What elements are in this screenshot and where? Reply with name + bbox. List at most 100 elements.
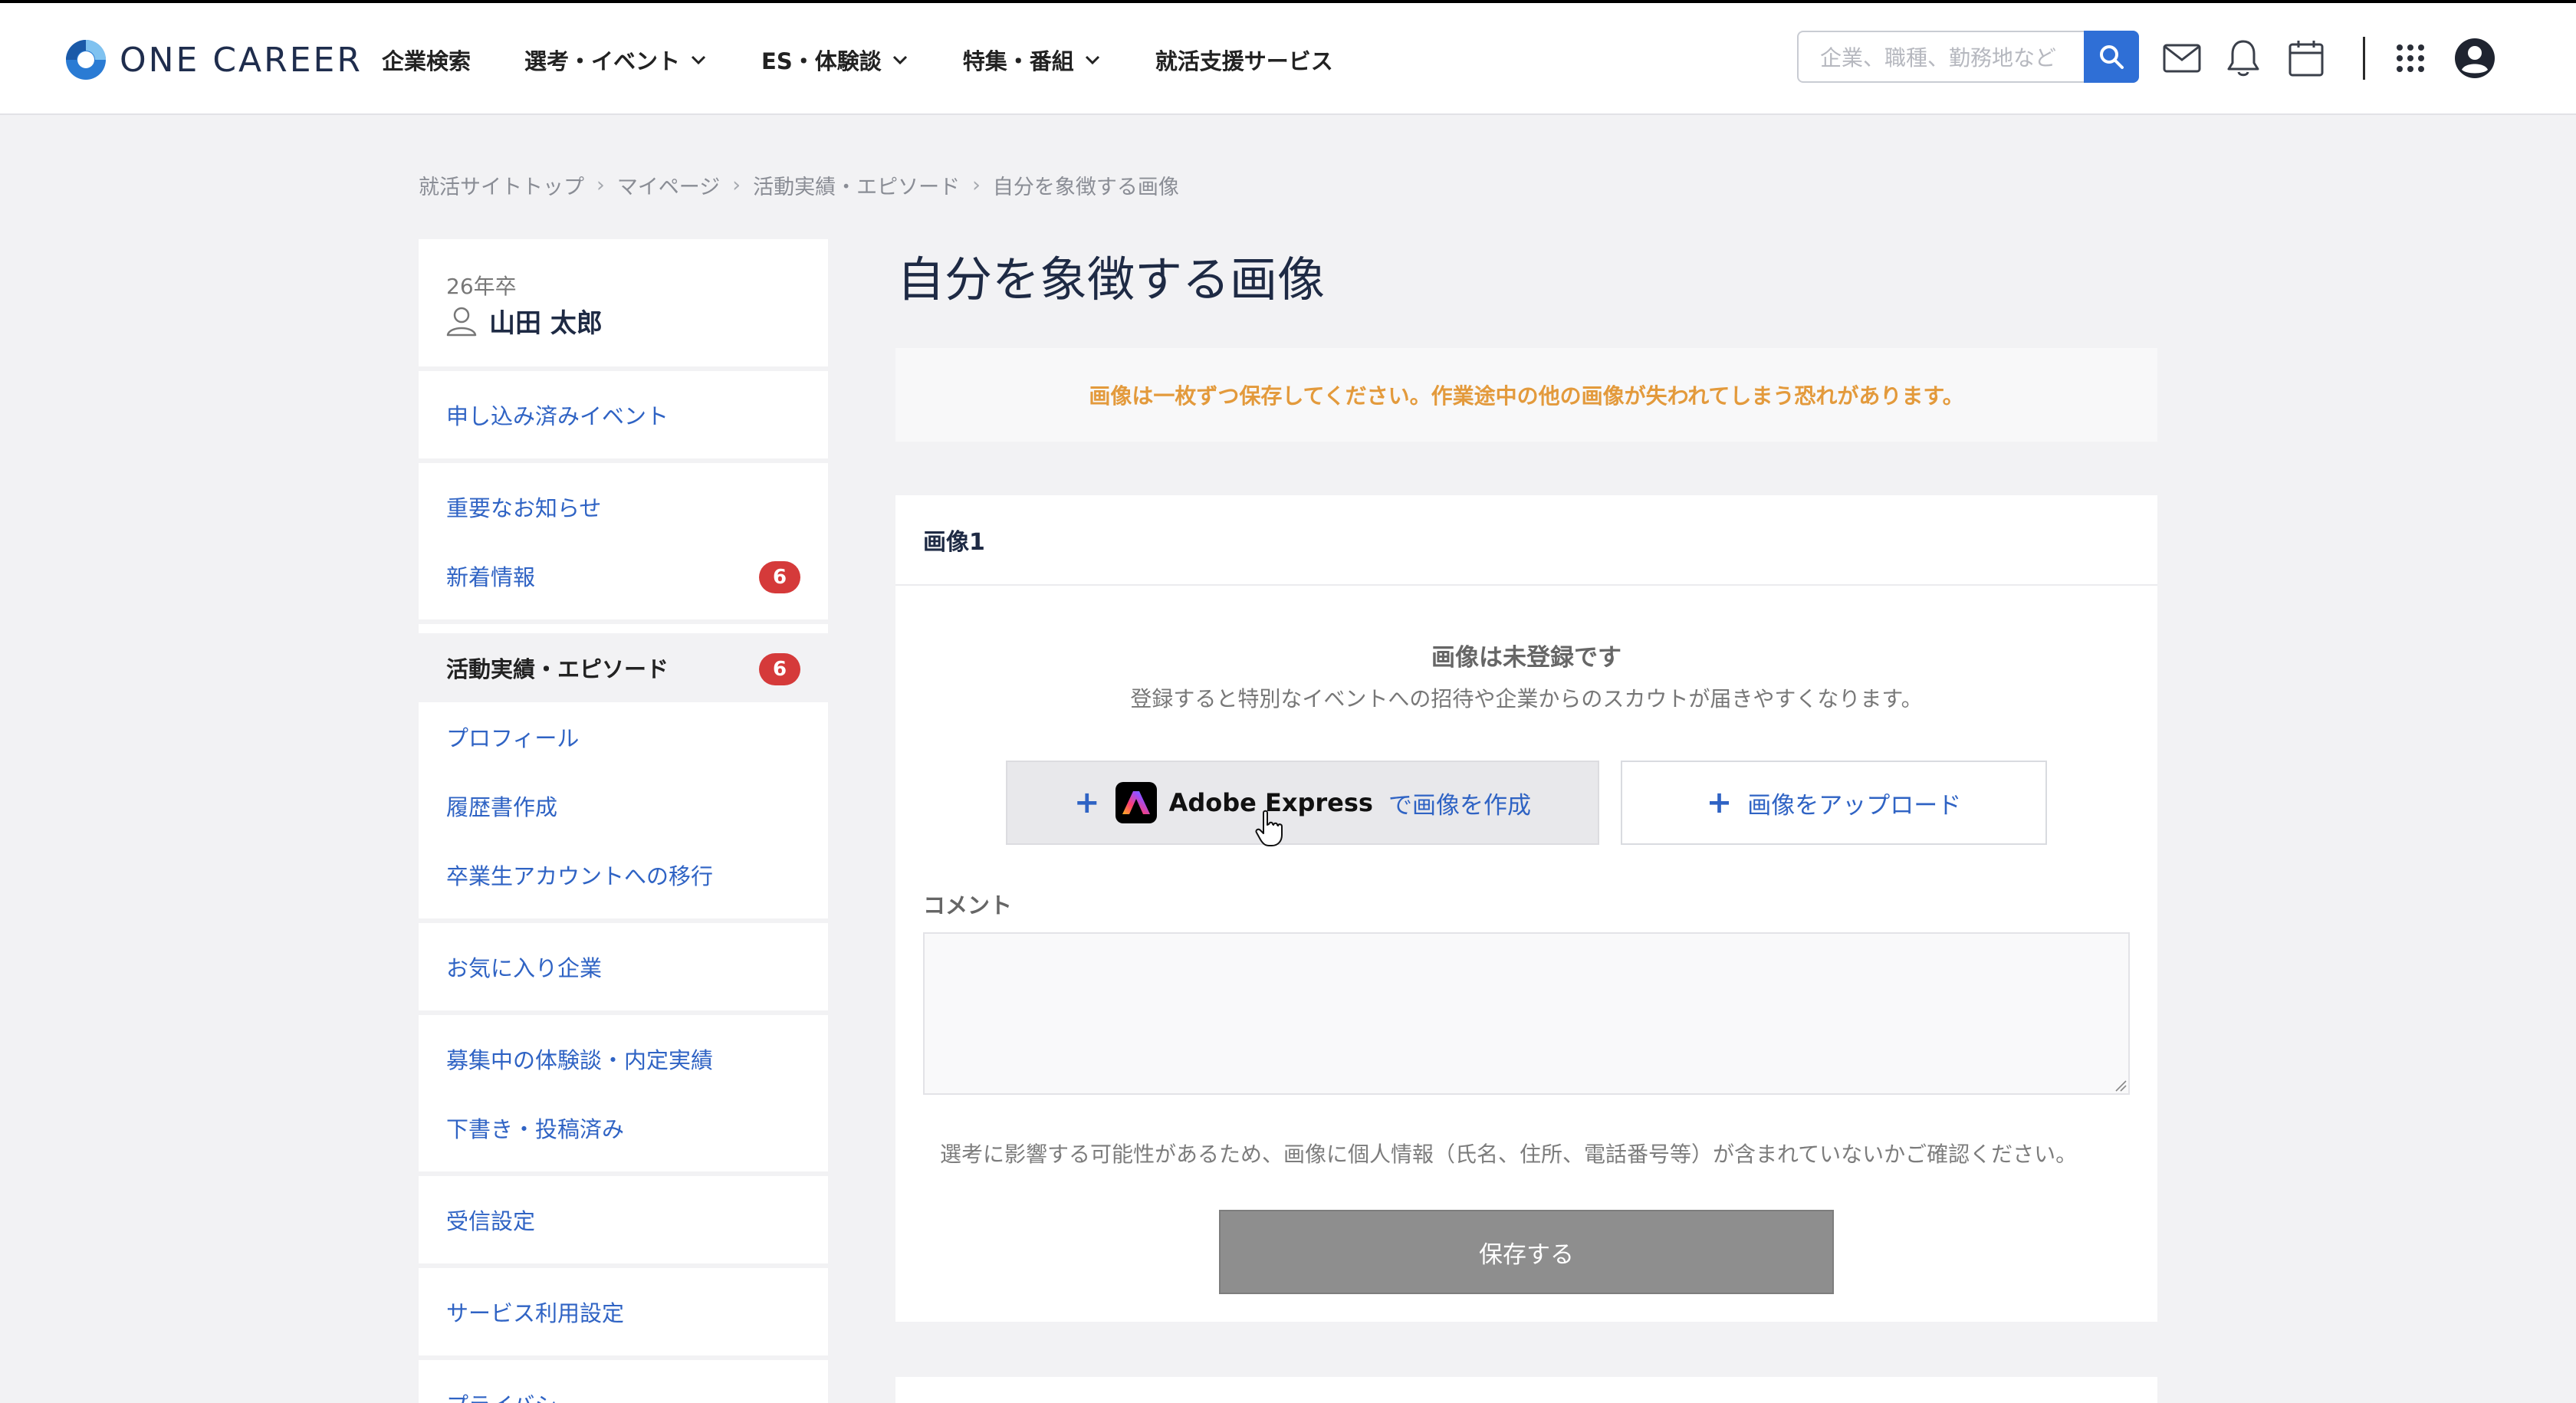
comment-label: コメント [923,892,1013,918]
search-icon [2100,45,2124,69]
apps-menu-button[interactable] [2389,37,2432,80]
breadcrumb-separator-icon: › [732,173,741,197]
search-button[interactable] [2084,31,2139,83]
sidebar-group-service: サービス利用設定 [419,1268,828,1355]
nav-label: 就活支援サービス [1155,48,1333,74]
nav-label: ES・体験談 [761,48,882,74]
graduation-year: 26年卒 [446,274,517,299]
count-badge: 6 [759,653,800,685]
chevron-down-icon [892,55,907,65]
sidebar-item-label: 卒業生アカウントへの移行 [446,863,714,889]
sidebar-item-label: 履歴書作成 [446,794,558,820]
upload-image-button[interactable]: + 画像をアップロード [1621,761,2047,845]
nav-label: 選考・イベント [524,48,681,74]
sidebar-item-resume[interactable]: 履歴書作成 [419,771,828,840]
create-with-adobe-express-button[interactable]: + Adobe Express で画像を作成 [1006,761,1599,845]
breadcrumb-item-top[interactable]: 就活サイトトップ [419,170,584,200]
search-input[interactable] [1799,32,2105,83]
sidebar-group-news: 重要なお知らせ 新着情報 6 [419,463,828,619]
logo[interactable]: ONE CAREER [64,37,363,83]
sidebar-item-drafts-posted[interactable]: 下書き・投稿済み [419,1093,828,1162]
profile-card: 26年卒 山田 太郎 [419,239,828,366]
privacy-warning: 選考に影響する可能性があるため、画像に個人情報（氏名、住所、電話番号等）が含まれ… [940,1142,2078,1167]
sidebar-item-new-info[interactable]: 新着情報 6 [419,541,828,610]
empty-state-subtitle: 登録すると特別なイベントへの招待や企業からのスカウトが届きやすくなります。 [1130,686,1923,711]
nav-features-programs[interactable]: 特集・番組 [963,44,1102,76]
breadcrumb-separator-icon: › [596,173,605,197]
sidebar-item-applied-events[interactable]: 申し込み済みイベント [419,380,828,449]
nav-selection-events[interactable]: 選考・イベント [524,44,708,76]
plus-icon: + [1706,785,1733,820]
sidebar-group-favorites: お気に入り企業 [419,923,828,1010]
main-nav: 企業検索 選考・イベント ES・体験談 特集・番組 就活支援サービス [382,37,1387,83]
nav-company-search[interactable]: 企業検索 [382,44,471,76]
save-button[interactable]: 保存する [1219,1210,1834,1294]
calendar-icon [2288,41,2324,77]
sidebar-item-label: 重要なお知らせ [446,495,602,521]
sidebar-item-label: 募集中の体験談・内定実績 [446,1047,714,1073]
sidebar-group-privacy: プライバシー [419,1360,828,1403]
sidebar-item-label: お気に入り企業 [446,955,603,981]
comment-textarea[interactable] [923,932,2130,1095]
site-header: ONE CAREER 企業検索 選考・イベント ES・体験談 特集・番組 就活支… [0,3,2576,115]
sidebar-item-label: 受信設定 [446,1208,536,1234]
sidebar-item-important-notices[interactable]: 重要なお知らせ [419,472,828,541]
sidebar-item-receive-settings[interactable]: 受信設定 [419,1185,828,1254]
upload-image-label: 画像をアップロード [1747,791,1962,820]
adobe-express-logo-icon [1115,782,1157,823]
browser-viewport: ONE CAREER 企業検索 選考・イベント ES・体験談 特集・番組 就活支… [0,3,2576,1403]
account-button[interactable] [2453,37,2496,80]
breadcrumb: 就活サイトトップ › マイページ › 活動実績・エピソード › 自分を象徴する画像 [419,170,1179,200]
sidebar-item-alumni-migration[interactable]: 卒業生アカウントへの移行 [419,840,828,909]
chevron-down-icon [691,55,706,65]
bell-icon [2227,40,2259,77]
breadcrumb-separator-icon: › [972,173,981,197]
user-name-row: 山田 太郎 [445,302,603,340]
sidebar-item-profile[interactable]: プロフィール [419,702,828,771]
nav-label: 特集・番組 [962,48,1074,74]
sidebar-item-label: プロフィール [446,725,580,751]
calendar-button[interactable] [2285,37,2328,80]
save-notice: 画像は一枚ずつ保存してください。作業途中の他の画像が失われてしまう恐れがあります… [895,348,2157,442]
breadcrumb-item-current: 自分を象徴する画像 [992,176,1179,199]
user-icon [446,307,477,336]
notification-button[interactable] [2222,37,2265,80]
breadcrumb-item-mypage[interactable]: マイページ [617,170,720,200]
nav-es-reports[interactable]: ES・体験談 [761,44,909,76]
next-image-card [895,1377,2157,1403]
header-divider [2363,37,2365,80]
sidebar-item-label: プライバシー [446,1388,579,1403]
sidebar-item-activities-episodes[interactable]: 活動実績・エピソード 6 [419,633,828,702]
search-box [1797,31,2139,83]
sidebar-group-receive: 受信設定 [419,1176,828,1263]
sidebar-group-events: 申し込み済みイベント [419,371,828,458]
sidebar-item-favorite-companies[interactable]: お気に入り企業 [419,932,828,1001]
image-card: 画像1 画像は未登録です 登録すると特別なイベントへの招待や企業からのスカウトが… [895,495,2157,1322]
sidebar-item-label: サービス利用設定 [446,1300,625,1326]
sidebar-item-privacy[interactable]: プライバシー [419,1369,828,1403]
resize-handle-icon[interactable] [2114,1079,2127,1092]
sidebar-item-service-settings[interactable]: サービス利用設定 [419,1277,828,1346]
sidebar-item-label: 新着情報 [446,564,536,590]
account-icon [2455,38,2495,78]
page-title: 自分を象徴する画像 [897,251,1326,307]
sidebar-group-posts: 募集中の体験談・内定実績 下書き・投稿済み [419,1015,828,1171]
hand-cursor-icon [1255,810,1283,846]
user-name: 山田 太郎 [489,308,603,339]
mail-button[interactable] [2160,37,2203,80]
plus-icon: + [1074,785,1100,820]
nav-label: 企業検索 [382,48,472,74]
sidebar: 26年卒 山田 太郎 申し込み済みイベント 重要なお知らせ 新着情報 6 活動実… [419,239,828,1403]
onecareer-logo-icon [66,40,106,80]
sidebar-group-profile: 活動実績・エピソード 6 プロフィール 履歴書作成 卒業生アカウントへの移行 [419,624,828,918]
sidebar-item-recruiting-reports[interactable]: 募集中の体験談・内定実績 [419,1024,828,1093]
sidebar-item-label: 申し込み済みイベント [446,403,669,429]
apps-grid-icon [2397,44,2424,72]
chevron-down-icon [1085,55,1099,65]
empty-state-title: 画像は未登録です [1431,644,1622,672]
mail-icon [2163,44,2201,73]
count-badge: 6 [759,561,800,593]
adobe-express-action: で画像を作成 [1388,791,1531,820]
nav-support-services[interactable]: 就活支援サービス [1155,44,1333,76]
breadcrumb-item-activities[interactable]: 活動実績・エピソード [753,170,960,200]
